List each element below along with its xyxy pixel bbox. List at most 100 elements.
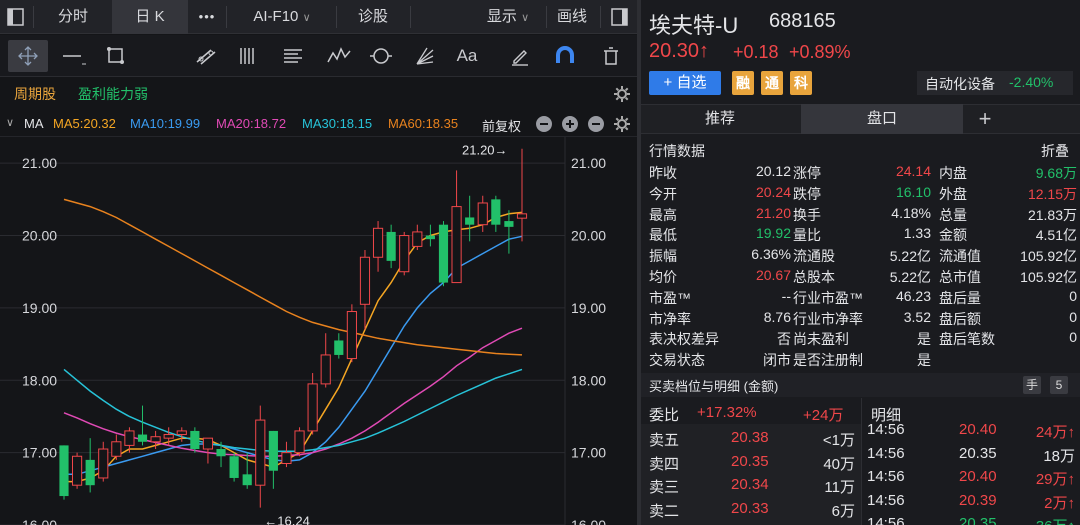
tag-weak-profit[interactable]: 盈利能力弱 xyxy=(78,84,148,104)
candle[interactable] xyxy=(111,434,122,460)
tab-daily-k[interactable]: 日 K xyxy=(112,0,188,34)
hand-unit-button[interactable]: 手 xyxy=(1023,376,1041,394)
sector-name[interactable]: 自动化设备 xyxy=(925,74,995,94)
fold-button[interactable]: 折叠 xyxy=(1041,141,1069,161)
tick-time: 14:56 xyxy=(867,444,905,462)
horizontal-line-icon xyxy=(63,55,86,65)
candle[interactable] xyxy=(425,224,435,247)
candle[interactable] xyxy=(137,405,148,446)
weibi-amount: +24万 xyxy=(803,407,844,424)
tab-zhengu[interactable]: 诊股 xyxy=(340,0,406,34)
add-watchlist-button[interactable]: + 自选 xyxy=(649,71,721,95)
badge-star[interactable]: 科 xyxy=(790,71,812,95)
rect-tool[interactable] xyxy=(100,40,134,72)
fib-tool[interactable] xyxy=(276,40,310,72)
candle[interactable] xyxy=(451,170,462,284)
adjust-mode[interactable]: 前复权 xyxy=(482,116,521,135)
crosshair-icon xyxy=(18,46,38,66)
gear-icon[interactable] xyxy=(612,84,632,104)
plus-circle-icon[interactable] xyxy=(561,115,579,133)
quote-label: 内盘 xyxy=(939,165,967,181)
candle[interactable] xyxy=(268,430,278,489)
draw-line-button[interactable]: 画线 xyxy=(550,0,594,34)
display-dropdown[interactable]: 显示 ∨ xyxy=(470,0,546,34)
sidebar-toggle-button[interactable] xyxy=(605,0,635,34)
wave-tool[interactable] xyxy=(322,40,356,72)
y-tick-right: 21.00 xyxy=(571,155,606,171)
tick-amount: 18万 xyxy=(1043,447,1075,465)
depth-five-button[interactable]: 5 xyxy=(1050,376,1068,394)
y-tick-right: 16.00 xyxy=(571,517,606,525)
candle[interactable] xyxy=(98,441,109,482)
more-button[interactable]: ••• xyxy=(190,0,224,34)
candle[interactable] xyxy=(399,231,410,276)
quote-label: 总量 xyxy=(939,206,967,223)
quote-value: 否 xyxy=(777,331,791,348)
pen-tool[interactable] xyxy=(504,40,538,72)
close-circle-icon[interactable] xyxy=(587,115,605,133)
badge-margin[interactable]: 融 xyxy=(732,71,754,95)
tag-cyclical[interactable]: 周期股 xyxy=(14,84,56,104)
tab-orderbook[interactable]: 盘口 xyxy=(801,104,963,134)
candle[interactable] xyxy=(255,405,266,508)
quote-label: 盘后量 xyxy=(939,289,981,306)
candle[interactable] xyxy=(491,195,501,232)
candle[interactable] xyxy=(346,304,357,363)
candle[interactable] xyxy=(281,441,292,468)
badge-connect[interactable]: 通 xyxy=(761,71,783,95)
gann-tool[interactable] xyxy=(408,40,442,72)
crosshair-tool[interactable] xyxy=(8,40,48,72)
candle[interactable] xyxy=(320,333,331,388)
tab-recommend[interactable]: 推荐 xyxy=(641,104,799,134)
back-button[interactable] xyxy=(0,0,30,34)
tick-time: 14:56 xyxy=(867,491,905,509)
chevron-down-icon: ∨ xyxy=(521,12,530,24)
candle[interactable] xyxy=(438,221,449,287)
drawing-toolbar: Aa xyxy=(0,35,637,77)
candle[interactable] xyxy=(72,452,83,489)
candle[interactable] xyxy=(229,452,239,482)
tab-ai-f10[interactable]: AI-F10 ∨ xyxy=(232,0,332,34)
tick-price: 20.40 xyxy=(959,421,997,438)
quote-value: 1.33 xyxy=(903,225,931,242)
gear-icon[interactable] xyxy=(612,114,632,134)
candle[interactable] xyxy=(477,195,488,232)
quote-label: 市盈™ xyxy=(649,289,691,306)
minus-circle-icon[interactable] xyxy=(535,115,553,133)
candle[interactable] xyxy=(307,373,318,435)
candle[interactable] xyxy=(85,438,95,493)
magnet-tool[interactable] xyxy=(548,40,582,72)
quote-value: 21.20 xyxy=(755,204,791,221)
delete-tool[interactable] xyxy=(594,40,628,72)
stock-tags-row: 周期股 盈利能力弱 xyxy=(0,78,637,110)
candle[interactable] xyxy=(190,427,200,453)
candle[interactable] xyxy=(334,333,344,359)
candle[interactable] xyxy=(294,427,305,457)
quote-label: 交易状态 xyxy=(649,352,705,369)
candle[interactable] xyxy=(386,224,396,269)
stock-change: +0.18 xyxy=(733,42,779,62)
tab-fenshi[interactable]: 分时 xyxy=(36,0,110,34)
candle[interactable] xyxy=(372,221,384,272)
candle[interactable] xyxy=(516,148,528,242)
y-tick-left: 21.00 xyxy=(22,155,57,171)
cycle-tool[interactable] xyxy=(364,40,398,72)
bars-tool[interactable] xyxy=(232,40,266,72)
chevron-down-icon[interactable]: ∨ xyxy=(6,116,14,129)
cycle-icon xyxy=(370,48,392,64)
text-tool[interactable]: Aa xyxy=(450,40,484,72)
candle[interactable] xyxy=(59,445,69,500)
add-tab-button[interactable]: + xyxy=(965,104,1005,134)
candlestick-chart[interactable]: 21.00 21.00 20.00 20.00 19.00 19.00 18.00 18.00… xyxy=(0,137,637,525)
candle[interactable] xyxy=(359,250,371,330)
line-tool[interactable] xyxy=(56,40,90,72)
candle[interactable] xyxy=(202,437,214,464)
channel-tool[interactable] xyxy=(190,40,224,72)
quote-label: 均价 xyxy=(649,269,677,285)
tick-amount: 29万↑ xyxy=(1035,471,1075,488)
quote-label: 流通股 xyxy=(793,248,835,265)
quote-value: 4.51亿 xyxy=(1035,227,1077,244)
candle[interactable] xyxy=(412,224,423,251)
candle[interactable] xyxy=(465,195,475,242)
candle[interactable] xyxy=(504,210,514,254)
